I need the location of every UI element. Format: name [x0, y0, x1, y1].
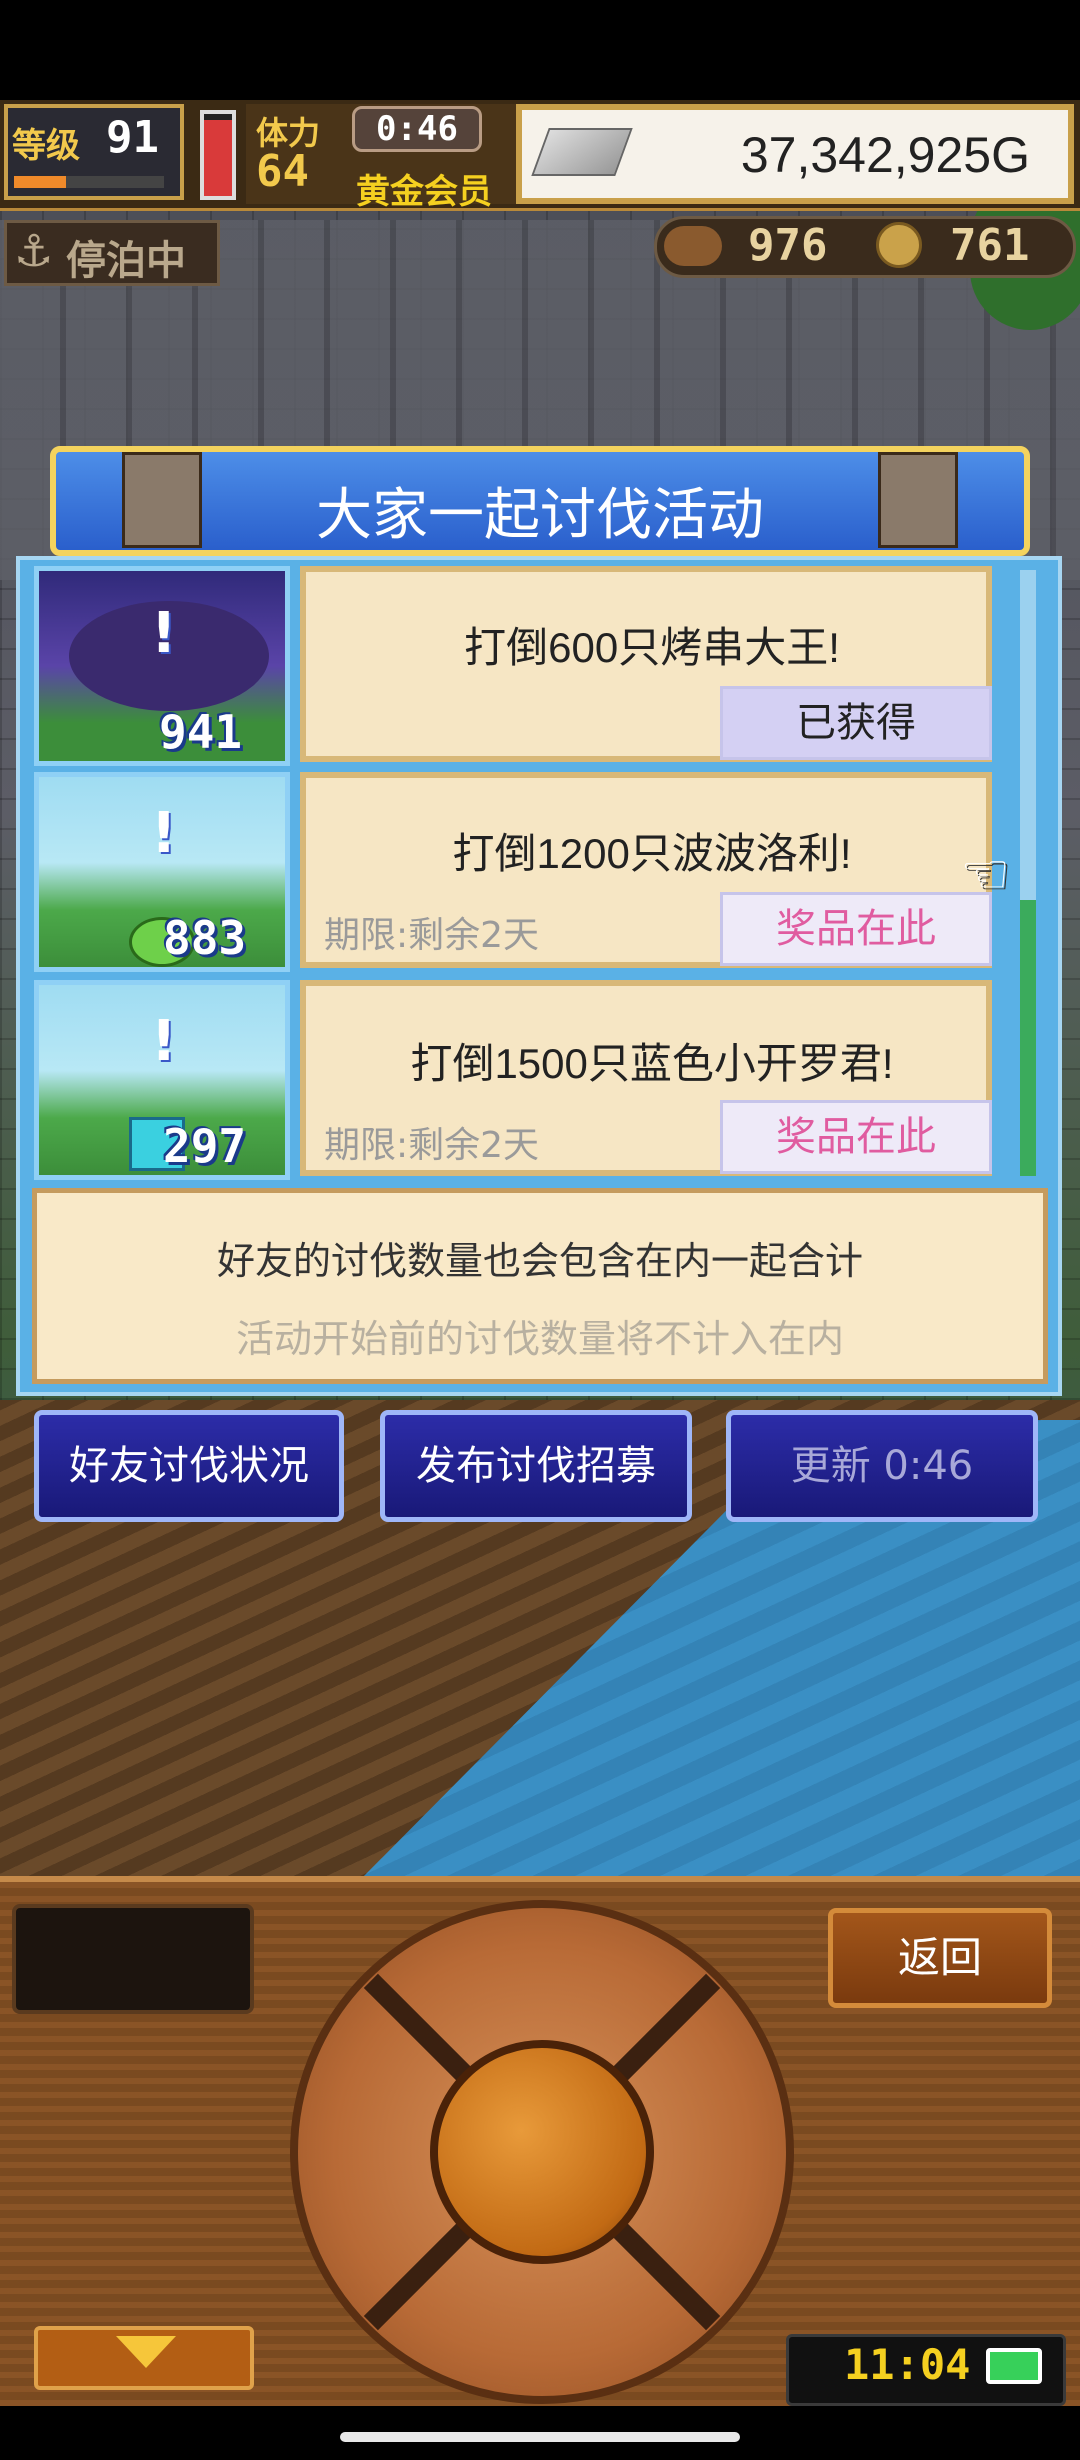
food-count: 976: [748, 220, 828, 271]
gold-value: 37,342,925G: [740, 127, 1030, 183]
down-arrow-icon: [116, 2336, 176, 2368]
membership-label: 黄金会员: [356, 172, 492, 212]
quest-card: 打倒600只烤串大王! 已获得: [300, 566, 992, 762]
battery-icon: [986, 2348, 1042, 2384]
kill-count: 941: [159, 705, 243, 759]
exclamation-icon: !: [151, 1009, 177, 1074]
info-text-primary: 好友的讨伐数量也会包含在内一起合计: [216, 1239, 863, 1283]
exclamation-icon: !: [151, 801, 177, 866]
docked-label: 停泊中: [66, 238, 186, 284]
level-label: 等级: [12, 126, 80, 166]
quest-card: 打倒1500只蓝色小开罗君! 期限:剩余2天 奖品在此: [300, 980, 992, 1176]
stamina-gauge-fill: [204, 120, 232, 196]
anchor-icon: ⚓: [14, 226, 54, 277]
status-bar-area: [0, 0, 1080, 100]
event-title: 大家一起讨伐活动: [316, 483, 764, 548]
quest-thumbnail: ! 883: [34, 772, 290, 972]
pointing-hand-icon: ☜: [960, 842, 1011, 907]
scrollbar-thumb[interactable]: [1020, 900, 1036, 1176]
quest-thumbnail: ! 297: [34, 980, 290, 1180]
clock: 11:04: [844, 2340, 971, 2389]
level-progress-fill: [14, 176, 66, 188]
post-recruit-button[interactable]: 发布讨伐招募: [380, 1410, 692, 1522]
kill-count: 883: [163, 911, 247, 965]
refresh-button[interactable]: 更新 0:46: [726, 1410, 1038, 1522]
mini-screen: [12, 1904, 254, 2014]
prize-button[interactable]: 奖品在此: [720, 1100, 992, 1174]
quest-title: 打倒1500只蓝色小开罗君!: [410, 1040, 894, 1087]
coin-icon: [876, 222, 922, 268]
back-button[interactable]: 返回: [828, 1908, 1052, 2008]
prize-button[interactable]: 奖品在此: [720, 892, 992, 966]
quest-deadline: 期限:剩余2天: [324, 915, 540, 956]
home-indicator[interactable]: [340, 2432, 740, 2442]
quest-thumbnail: ! 941: [34, 566, 290, 766]
kill-count: 297: [163, 1119, 247, 1173]
silver-bar-icon: [531, 128, 633, 176]
dpad-center-button[interactable]: [430, 2040, 654, 2264]
info-text-secondary: 活动开始前的讨伐数量将不计入在内: [235, 1317, 844, 1361]
quest-title: 打倒1200只波波洛利!: [452, 830, 852, 877]
level-value: 91: [106, 112, 159, 163]
friend-status-button[interactable]: 好友讨伐状况: [34, 1410, 344, 1522]
coin-count: 761: [950, 220, 1030, 271]
quest-title: 打倒600只烤串大王!: [464, 624, 840, 671]
obtained-button[interactable]: 已获得: [720, 686, 992, 760]
exclamation-icon: !: [151, 601, 177, 666]
meat-icon: [664, 226, 722, 266]
quest-deadline: 期限:剩余2天: [324, 1125, 540, 1166]
quest-card: 打倒1200只波波洛利! 期限:剩余2天 奖品在此: [300, 772, 992, 968]
stamina-value: 64: [256, 146, 309, 197]
stamina-timer: 0:46: [352, 106, 482, 152]
